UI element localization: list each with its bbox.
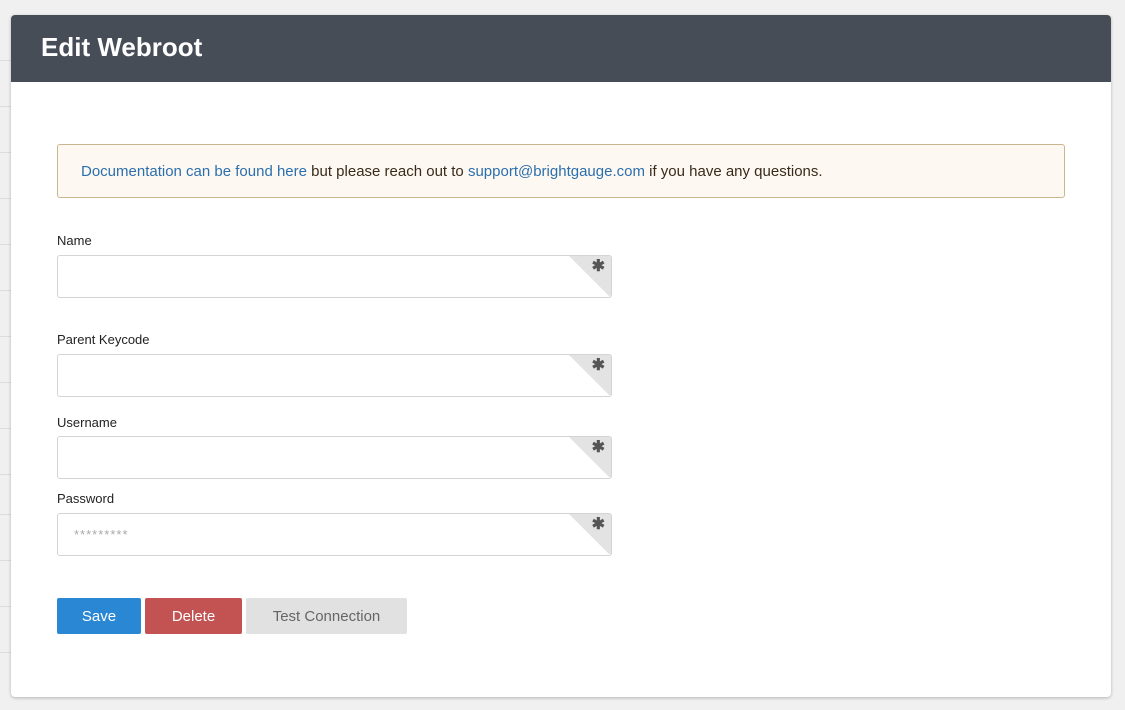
alert-text-middle: but please reach out to: [307, 162, 468, 180]
info-alert: Documentation can be found here but plea…: [57, 144, 1065, 198]
support-email-link[interactable]: support@brightgauge.com: [468, 163, 645, 180]
username-input[interactable]: [58, 437, 611, 478]
name-input[interactable]: [58, 256, 611, 297]
required-asterisk-icon: ✱: [591, 439, 605, 456]
required-asterisk-icon: ✱: [591, 357, 605, 374]
parent-keycode-field-wrapper: ✱: [57, 354, 612, 397]
password-field-wrapper: ✱: [57, 513, 612, 556]
parent-keycode-input[interactable]: [58, 355, 611, 396]
required-asterisk-icon: ✱: [591, 516, 605, 533]
password-input[interactable]: [58, 514, 611, 555]
save-button[interactable]: Save: [57, 598, 141, 634]
alert-text-end: if you have any questions.: [644, 162, 823, 180]
modal-header: Edit Webroot: [11, 15, 1111, 82]
test-connection-button[interactable]: Test Connection: [246, 598, 407, 634]
name-label: Name: [57, 233, 92, 248]
edit-modal: Edit Webroot Documentation can be found …: [11, 15, 1111, 697]
parent-keycode-label: Parent Keycode: [57, 332, 150, 347]
username-label: Username: [57, 415, 117, 430]
modal-title: Edit Webroot: [41, 32, 203, 62]
documentation-link[interactable]: Documentation can be found here: [81, 163, 307, 180]
delete-button[interactable]: Delete: [145, 598, 242, 634]
required-asterisk-icon: ✱: [591, 258, 605, 275]
name-field-wrapper: ✱: [57, 255, 612, 298]
password-label: Password: [57, 491, 115, 506]
username-field-wrapper: ✱: [57, 436, 612, 479]
